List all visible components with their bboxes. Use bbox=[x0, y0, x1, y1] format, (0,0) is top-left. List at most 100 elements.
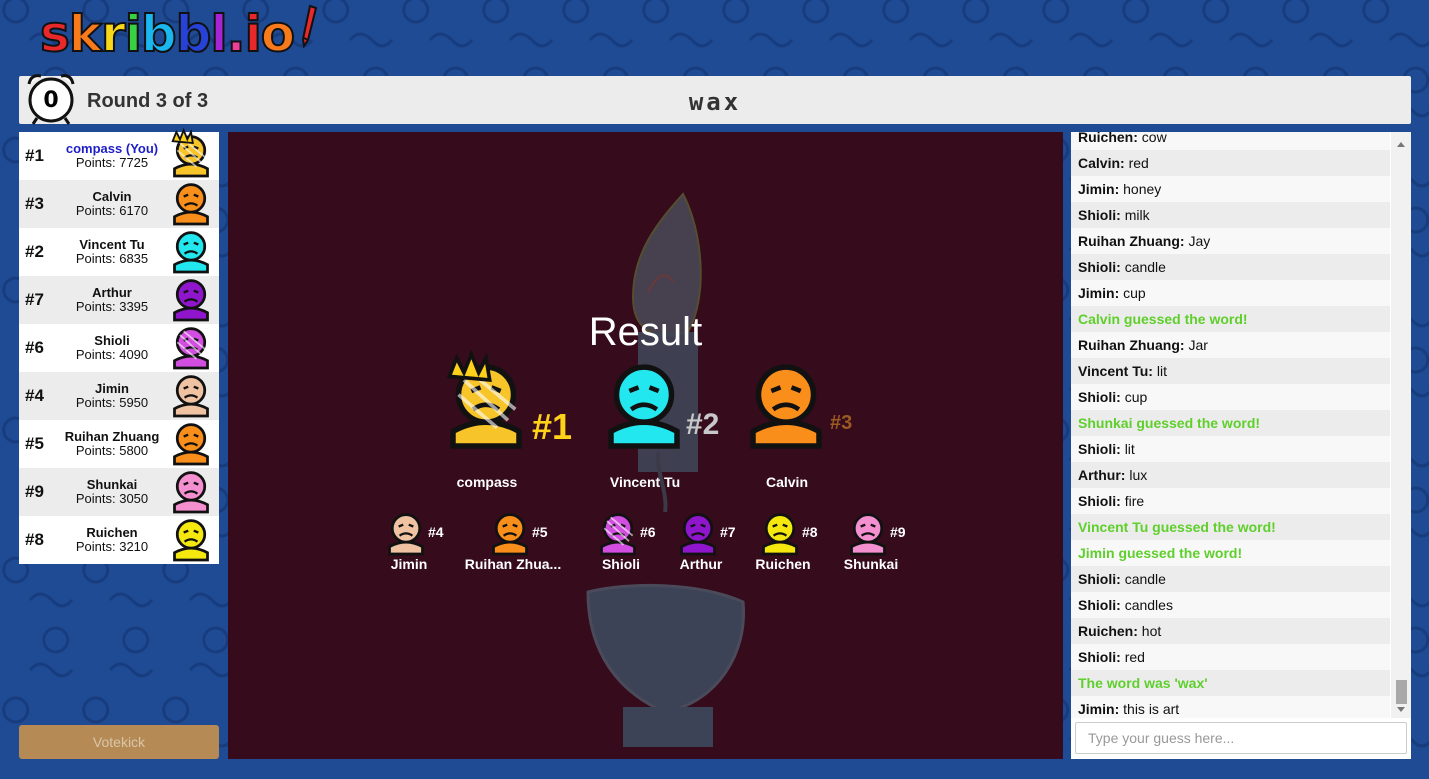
chat-text: red bbox=[1124, 649, 1145, 665]
chat-text: honey bbox=[1123, 181, 1162, 197]
player-avatar bbox=[169, 180, 217, 228]
player-points: Points: 5800 bbox=[75, 443, 149, 458]
player-name: Jimin bbox=[95, 381, 129, 396]
avatar-icon bbox=[850, 513, 886, 556]
chat-text: lit bbox=[1156, 363, 1167, 379]
player-rank: #5 bbox=[25, 434, 44, 453]
chat-user: Ruichen bbox=[1078, 623, 1134, 639]
chat-text: lux bbox=[1129, 467, 1148, 483]
player-name: Vincent Tu bbox=[79, 237, 145, 252]
player-rank: #2 bbox=[25, 242, 44, 261]
player-rank: #8 bbox=[25, 530, 44, 549]
player-info: Ruichen Points: 3210 bbox=[59, 526, 165, 554]
player-info: Ruihan Zhuang Points: 5800 bbox=[59, 430, 165, 458]
result-rank: #5 bbox=[532, 524, 548, 540]
player-row[interactable]: #9 Shunkai Points: 3050 bbox=[19, 468, 219, 516]
chat-text: fire bbox=[1124, 493, 1145, 509]
player-info: Vincent Tu Points: 6835 bbox=[59, 238, 165, 266]
chat-message: Vincent Tu: lit bbox=[1071, 358, 1390, 384]
player-row[interactable]: #8 Ruichen Points: 3210 bbox=[19, 516, 219, 564]
chat-message: Shioli: candle bbox=[1071, 566, 1390, 592]
player-avatar bbox=[169, 228, 217, 276]
podium-name: Calvin bbox=[765, 474, 808, 490]
chat-panel: Ruichen: cow Calvin: red Jimin: honey Shiol… bbox=[1071, 132, 1411, 718]
chat-user: Jimin bbox=[1078, 285, 1115, 301]
podium-entry: #3 Calvin bbox=[742, 358, 892, 498]
chat-message: Shioli: lit bbox=[1071, 436, 1390, 462]
chat-user: Shioli bbox=[1078, 441, 1117, 457]
avatar-icon bbox=[173, 183, 209, 226]
drawing-canvas[interactable]: Result #1 compass #2 Vincent Tu #3 Calvi… bbox=[228, 132, 1063, 759]
chat-user: Arthur bbox=[1078, 467, 1121, 483]
player-avatar bbox=[169, 276, 217, 324]
player-row[interactable]: #5 Ruihan Zhuang Points: 5800 bbox=[19, 420, 219, 468]
chat-message: Ruichen: cow bbox=[1071, 132, 1390, 150]
player-name: Calvin bbox=[92, 189, 132, 204]
chat-text: red bbox=[1128, 155, 1149, 171]
result-avatar bbox=[758, 510, 802, 559]
chat-text: candle bbox=[1124, 571, 1166, 587]
player-row[interactable]: #3 Calvin Points: 6170 bbox=[19, 180, 219, 228]
player-row[interactable]: #1 compass (You) Points: 7725 bbox=[19, 127, 219, 180]
result-rank: #9 bbox=[890, 524, 906, 540]
chat-user: Calvin bbox=[1078, 155, 1121, 171]
result-rank: #4 bbox=[428, 524, 444, 540]
avatar-icon bbox=[600, 513, 636, 556]
player-avatar bbox=[169, 468, 217, 516]
player-row[interactable]: #4 Jimin Points: 5950 bbox=[19, 372, 219, 420]
player-info: Arthur Points: 3395 bbox=[59, 286, 165, 314]
result-avatar bbox=[596, 510, 640, 559]
podium-avatar bbox=[742, 358, 830, 451]
podium-entry: #1 compass bbox=[442, 349, 592, 498]
player-name: Shunkai bbox=[86, 477, 138, 492]
chat-system-message: Shunkai guessed the word! bbox=[1071, 410, 1390, 436]
chat-system-message: Jimin guessed the word! bbox=[1071, 540, 1390, 566]
player-points: Points: 7725 bbox=[75, 155, 149, 170]
current-word: wax bbox=[688, 88, 742, 116]
chat-message: Shioli: candle bbox=[1071, 254, 1390, 280]
pencil-icon bbox=[302, 4, 318, 48]
avatar-icon bbox=[173, 279, 209, 322]
chat-input-area bbox=[1071, 718, 1411, 759]
avatar-icon bbox=[446, 349, 522, 449]
chat-message: Ruichen: hot bbox=[1071, 618, 1390, 644]
result-title: Result bbox=[588, 310, 703, 354]
scroll-up-icon[interactable] bbox=[1397, 142, 1405, 147]
chat-text: cup bbox=[1123, 285, 1146, 301]
chat-text: hot bbox=[1141, 623, 1162, 639]
player-name: Shioli bbox=[94, 333, 130, 348]
chat-scrollbar[interactable] bbox=[1391, 132, 1411, 718]
chat-messages: Ruichen: cow Calvin: red Jimin: honey Shiol… bbox=[1071, 132, 1390, 718]
chat-system-message: Calvin guessed the word! bbox=[1071, 306, 1390, 332]
chat-system-message: Vincent Tu guessed the word! bbox=[1071, 514, 1390, 540]
game-header: 0 Round 3 of 3 wax bbox=[19, 74, 1411, 125]
votekick-button[interactable]: Votekick bbox=[19, 725, 219, 759]
chat-text: Jar bbox=[1188, 337, 1208, 353]
result-avatar bbox=[676, 510, 720, 559]
chat-user: Jimin bbox=[1078, 181, 1115, 197]
player-info: compass (You) Points: 7725 bbox=[59, 142, 165, 170]
scroll-down-icon[interactable] bbox=[1397, 707, 1405, 712]
result-entry: #9 Shunkai bbox=[844, 510, 956, 572]
avatar-icon bbox=[680, 513, 716, 556]
player-list: #1 compass (You) Points: 7725 #3 Calvin … bbox=[19, 127, 219, 564]
player-row[interactable]: #2 Vincent Tu Points: 6835 bbox=[19, 228, 219, 276]
podium-rank: #1 bbox=[532, 406, 573, 447]
player-rank: #6 bbox=[25, 338, 44, 357]
guess-input[interactable] bbox=[1075, 722, 1407, 754]
chat-message: Shioli: milk bbox=[1071, 202, 1390, 228]
chat-user: Ruichen bbox=[1078, 132, 1134, 145]
player-info: Shunkai Points: 3050 bbox=[59, 478, 165, 506]
player-info: Shioli Points: 4090 bbox=[59, 334, 165, 362]
player-row[interactable]: #7 Arthur Points: 3395 bbox=[19, 276, 219, 324]
podium-name: compass bbox=[456, 474, 518, 490]
chat-text: candle bbox=[1124, 259, 1166, 275]
avatar-icon bbox=[750, 364, 822, 449]
player-name: Arthur bbox=[92, 285, 132, 300]
result-avatar bbox=[846, 510, 890, 559]
player-name: compass (You) bbox=[65, 141, 159, 156]
chat-user: Shioli bbox=[1078, 493, 1117, 509]
scroll-thumb[interactable] bbox=[1396, 680, 1407, 704]
player-row[interactable]: #6 Shioli Points: 4090 bbox=[19, 324, 219, 372]
avatar-icon bbox=[608, 364, 680, 449]
